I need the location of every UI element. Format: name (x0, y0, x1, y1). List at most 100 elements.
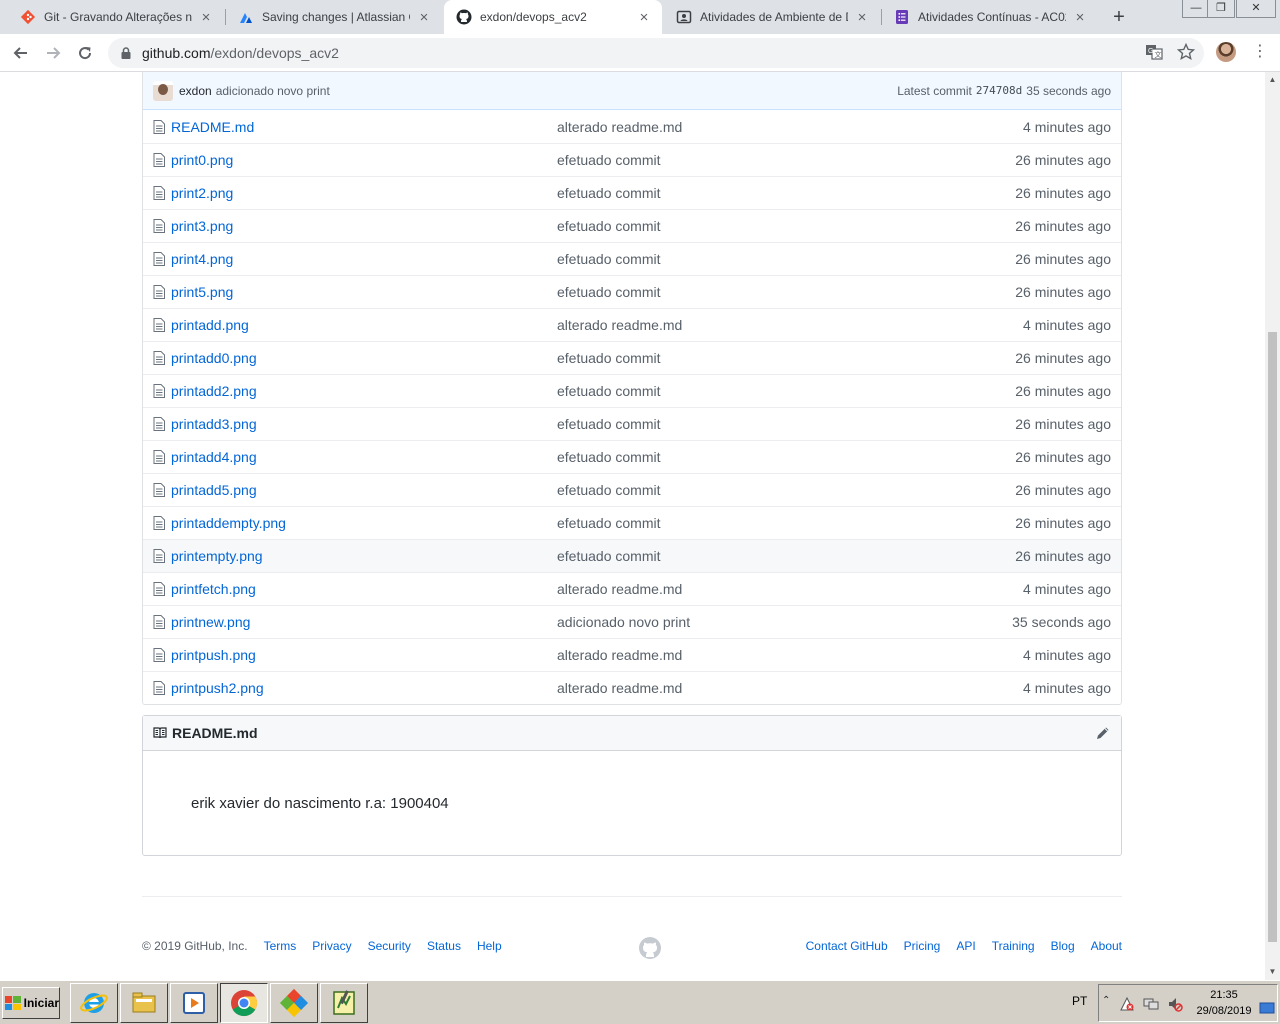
footer-link-privacy[interactable]: Privacy (312, 939, 351, 953)
file-row[interactable]: printadd5.png efetuado commit 26 minutes a… (143, 473, 1121, 506)
file-commit-message[interactable]: efetuado commit (557, 152, 857, 168)
taskbar-ie[interactable] (70, 983, 118, 1023)
scroll-up-arrow-icon[interactable]: ▲ (1268, 75, 1277, 84)
file-commit-message[interactable]: efetuado commit (557, 218, 857, 234)
scrollbar-thumb[interactable] (1268, 332, 1277, 942)
file-name-link[interactable]: printadd2.png (171, 383, 557, 399)
taskbar-chrome[interactable] (220, 983, 268, 1023)
file-commit-message[interactable]: efetuado commit (557, 416, 857, 432)
commit-author[interactable]: exdon (179, 84, 212, 98)
translate-icon[interactable]: G文 (1145, 43, 1163, 61)
file-commit-message[interactable]: efetuado commit (557, 251, 857, 267)
back-button[interactable] (10, 42, 32, 64)
file-commit-message[interactable]: efetuado commit (557, 350, 857, 366)
file-row[interactable]: print3.png efetuado commit 26 minutes ago (143, 209, 1121, 242)
file-name-link[interactable]: print3.png (171, 218, 557, 234)
footer-link-terms[interactable]: Terms (264, 939, 297, 953)
language-indicator[interactable]: PT (1072, 994, 1087, 1008)
file-commit-message[interactable]: alterado readme.md (557, 317, 857, 333)
file-row[interactable]: printempty.png efetuado commit 26 minutes … (143, 539, 1121, 572)
file-name-link[interactable]: printadd.png (171, 317, 557, 333)
file-row[interactable]: printfetch.png alterado readme.md 4 minute… (143, 572, 1121, 605)
address-bar[interactable]: github.com/exdon/devops_acv2 (108, 38, 1204, 68)
start-button[interactable]: Iniciar (2, 987, 60, 1019)
file-name-link[interactable]: printpush.png (171, 647, 557, 663)
footer-link-training[interactable]: Training (992, 939, 1035, 953)
reload-button[interactable] (74, 42, 96, 64)
clock-date[interactable]: 29/08/2019 (1192, 1005, 1256, 1017)
network-icon[interactable] (1143, 996, 1159, 1012)
tab-forms[interactable]: Atividades Contínuas - AC02 × (882, 0, 1098, 34)
profile-avatar[interactable] (1216, 42, 1236, 62)
file-commit-message[interactable]: efetuado commit (557, 548, 857, 564)
file-row[interactable]: print0.png efetuado commit 26 minutes ago (143, 143, 1121, 176)
file-row[interactable]: printaddempty.png efetuado commit 26 minut… (143, 506, 1121, 539)
file-row[interactable]: print5.png efetuado commit 26 minutes ago (143, 275, 1121, 308)
action-center-icon[interactable] (1119, 996, 1135, 1012)
file-row[interactable]: printpush.png alterado readme.md 4 minutes… (143, 638, 1121, 671)
clock-time[interactable]: 21:35 (1196, 989, 1252, 1001)
close-window-button[interactable]: ✕ (1236, 0, 1276, 18)
github-mark-icon[interactable] (638, 936, 662, 960)
show-desktop-icon[interactable] (1259, 1002, 1275, 1014)
taskbar-notepad[interactable] (320, 983, 368, 1023)
file-name-link[interactable]: printadd5.png (171, 482, 557, 498)
commit-message[interactable]: adicionado novo print (216, 84, 330, 98)
close-tab-icon[interactable]: × (1072, 9, 1088, 26)
bookmark-star-icon[interactable] (1177, 43, 1195, 61)
file-name-link[interactable]: printadd4.png (171, 449, 557, 465)
file-row[interactable]: printadd4.png efetuado commit 26 minutes a… (143, 440, 1121, 473)
file-commit-message[interactable]: adicionado novo print (557, 614, 857, 630)
file-row[interactable]: printadd2.png efetuado commit 26 minutes a… (143, 374, 1121, 407)
forward-button[interactable] (42, 42, 64, 64)
file-name-link[interactable]: printadd3.png (171, 416, 557, 432)
file-name-link[interactable]: printempty.png (171, 548, 557, 564)
file-row[interactable]: printadd0.png efetuado commit 26 minutes a… (143, 341, 1121, 374)
edit-pencil-icon[interactable] (1095, 725, 1111, 741)
file-name-link[interactable]: print4.png (171, 251, 557, 267)
taskbar-explorer[interactable] (120, 983, 168, 1023)
minimize-button[interactable]: — (1182, 0, 1210, 18)
page-scrollbar[interactable]: ▲ ▼ (1265, 72, 1280, 980)
footer-link-status[interactable]: Status (427, 939, 461, 953)
file-name-link[interactable]: printpush2.png (171, 680, 557, 696)
scroll-down-arrow-icon[interactable]: ▼ (1268, 967, 1277, 976)
new-tab-button[interactable]: + (1108, 6, 1130, 28)
file-commit-message[interactable]: efetuado commit (557, 383, 857, 399)
tab-classroom[interactable]: Atividades de Ambiente de Dese × (664, 0, 880, 34)
taskbar-app[interactable] (270, 983, 318, 1023)
tab-atlassian[interactable]: Saving changes | Atlassian Git T × (226, 0, 442, 34)
file-commit-message[interactable]: efetuado commit (557, 185, 857, 201)
tab-github-repo[interactable]: exdon/devops_acv2 × (444, 0, 662, 34)
file-name-link[interactable]: printadd0.png (171, 350, 557, 366)
file-row[interactable]: print4.png efetuado commit 26 minutes ago (143, 242, 1121, 275)
footer-link-security[interactable]: Security (368, 939, 411, 953)
close-tab-icon[interactable]: × (636, 9, 652, 26)
file-row[interactable]: printadd3.png efetuado commit 26 minutes a… (143, 407, 1121, 440)
taskbar-media[interactable] (170, 983, 218, 1023)
file-name-link[interactable]: printnew.png (171, 614, 557, 630)
restore-button[interactable]: ❐ (1207, 0, 1235, 18)
file-commit-message[interactable]: alterado readme.md (557, 581, 857, 597)
file-row[interactable]: README.md alterado readme.md 4 minutes ago (143, 110, 1121, 143)
commit-sha[interactable]: 274708d (976, 84, 1022, 97)
file-commit-message[interactable]: efetuado commit (557, 515, 857, 531)
file-row[interactable]: printnew.png adicionado novo print 35 seco… (143, 605, 1121, 638)
file-commit-message[interactable]: alterado readme.md (557, 680, 857, 696)
footer-link-api[interactable]: API (956, 939, 975, 953)
author-avatar[interactable] (153, 80, 173, 101)
file-name-link[interactable]: print5.png (171, 284, 557, 300)
close-tab-icon[interactable]: × (198, 9, 214, 26)
footer-link-blog[interactable]: Blog (1051, 939, 1075, 953)
footer-link-help[interactable]: Help (477, 939, 502, 953)
file-commit-message[interactable]: efetuado commit (557, 482, 857, 498)
close-tab-icon[interactable]: × (854, 9, 870, 26)
file-commit-message[interactable]: alterado readme.md (557, 647, 857, 663)
file-commit-message[interactable]: efetuado commit (557, 284, 857, 300)
file-row[interactable]: printadd.png alterado readme.md 4 minutes … (143, 308, 1121, 341)
volume-muted-icon[interactable] (1167, 996, 1183, 1012)
file-name-link[interactable]: README.md (171, 119, 557, 135)
file-name-link[interactable]: print0.png (171, 152, 557, 168)
browser-menu-icon[interactable]: ⋮ (1252, 40, 1268, 64)
file-row[interactable]: print2.png efetuado commit 26 minutes ago (143, 176, 1121, 209)
